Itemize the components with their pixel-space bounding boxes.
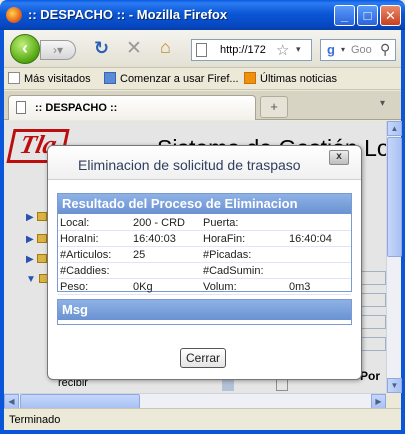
field-label: #Articulos: (60, 249, 112, 261)
page-icon (16, 101, 26, 114)
forward-icon[interactable]: ›▾ (40, 40, 76, 60)
tab-list-dropdown-icon[interactable]: ▾ (380, 98, 385, 109)
star-icon[interactable]: ☆ (276, 41, 289, 59)
window-title: :: DESPACHO :: - Mozilla Firefox (28, 7, 228, 22)
close-button[interactable]: Cerrar (180, 348, 226, 368)
scroll-up-icon[interactable]: ▲ (387, 121, 402, 136)
bookmark-folder-icon (8, 72, 20, 84)
google-icon[interactable]: g (323, 42, 339, 58)
vertical-scrollbar[interactable]: ▲ ▼ (386, 121, 402, 393)
scrollbar-corner (386, 393, 401, 408)
window-frame-bottom (0, 430, 405, 434)
table-row: #Caddies: #CadSumin: (58, 263, 351, 279)
search-engine-dropdown-icon[interactable]: ▾ (341, 45, 345, 54)
horizontal-scrollbar[interactable]: ◀ ▶ (4, 393, 386, 409)
delete-transfer-dialog: Eliminacion de solicitud de traspaso x R… (47, 145, 362, 380)
field-label: #CadSumin: (203, 265, 264, 277)
close-window-button[interactable]: ✕ (380, 5, 401, 26)
url-text[interactable]: http://172 (220, 44, 270, 56)
field-value: 16:40:04 (289, 233, 332, 245)
vertical-scroll-thumb[interactable] (387, 137, 402, 257)
tab-despacho[interactable]: :: DESPACHO :: (8, 95, 256, 120)
field-value: 0m3 (289, 281, 311, 293)
search-input[interactable]: Goo (351, 44, 379, 56)
bookmarks-bar: Más visitados Comenzar a usar Firef... Ú… (4, 69, 401, 90)
table-row: Peso: 0Kg Volum: 0m3 (58, 279, 351, 295)
scroll-down-icon[interactable]: ▼ (387, 378, 402, 393)
dialog-header: Eliminacion de solicitud de traspaso x (48, 146, 361, 180)
horizontal-scroll-thumb[interactable] (20, 394, 140, 409)
window-titlebar: :: DESPACHO :: - Mozilla Firefox _ □ ✕ (0, 0, 405, 30)
field-label: Peso: (60, 281, 89, 293)
bookmark-most-visited[interactable]: Más visitados (8, 72, 91, 85)
field-value: 0Kg (133, 281, 153, 293)
stop-icon[interactable]: ✕ (126, 37, 142, 60)
scroll-left-icon[interactable]: ◀ (4, 394, 19, 409)
result-panel-header: Resultado del Proceso de Eliminacion (58, 194, 351, 214)
close-icon[interactable]: x (329, 150, 349, 165)
status-bar: Terminado (4, 408, 401, 430)
field-value: 200 - CRD (133, 217, 185, 229)
url-bar[interactable]: http://172 ☆ ▾ (191, 39, 312, 61)
message-panel: Msg (57, 299, 352, 325)
field-label: Puerta: (203, 217, 239, 229)
tab-title: :: DESPACHO :: (35, 102, 118, 114)
result-grid: Local: 200 - CRD Puerta: HoraIni: 16:40:… (58, 215, 351, 295)
minimize-button[interactable]: _ (334, 5, 355, 26)
reload-icon[interactable]: ↻ (94, 38, 109, 59)
new-tab-button[interactable]: + (260, 96, 288, 118)
firefox-icon (6, 7, 22, 23)
rss-icon (244, 72, 256, 84)
tab-bar: :: DESPACHO :: + ▾ (4, 91, 401, 120)
navigation-toolbar: ‹ ›▾ ↻ ✕ ⌂ http://172 ☆ ▾ g ▾ Goo ⚲ (4, 30, 401, 68)
status-text: Terminado (9, 414, 61, 426)
field-value: 25 (133, 249, 146, 261)
back-icon[interactable]: ‹ (10, 34, 40, 64)
field-value: 16:40:03 (133, 233, 176, 245)
maximize-button[interactable]: □ (357, 5, 378, 26)
search-icon[interactable]: ⚲ (380, 41, 390, 58)
scroll-right-icon[interactable]: ▶ (371, 394, 386, 409)
field-label: HoraFin: (203, 233, 246, 245)
search-box[interactable]: g ▾ Goo ⚲ (320, 39, 396, 61)
field-label: Volum: (203, 281, 237, 293)
table-row: #Articulos: 25 #Picadas: (58, 247, 351, 263)
field-label: #Picadas: (203, 249, 252, 261)
bookmark-latest-news[interactable]: Últimas noticias (244, 72, 337, 85)
bookmark-page-icon (104, 72, 116, 84)
dialog-title: Eliminacion de solicitud de traspaso (78, 157, 301, 173)
bookmark-getting-started[interactable]: Comenzar a usar Firef... (104, 72, 239, 85)
table-row: HoraIni: 16:40:03 HoraFin: 16:40:04 (58, 231, 351, 247)
message-panel-header: Msg (58, 300, 351, 320)
field-label: HoraIni: (60, 233, 99, 245)
table-row: Local: 200 - CRD Puerta: (58, 215, 351, 231)
result-panel: Resultado del Proceso de Eliminacion Loc… (57, 193, 352, 295)
field-label: #Caddies: (60, 265, 110, 277)
page-icon (196, 43, 207, 57)
url-dropdown-icon[interactable]: ▾ (296, 44, 301, 55)
field-label: Local: (60, 217, 90, 229)
home-icon[interactable]: ⌂ (160, 37, 171, 58)
